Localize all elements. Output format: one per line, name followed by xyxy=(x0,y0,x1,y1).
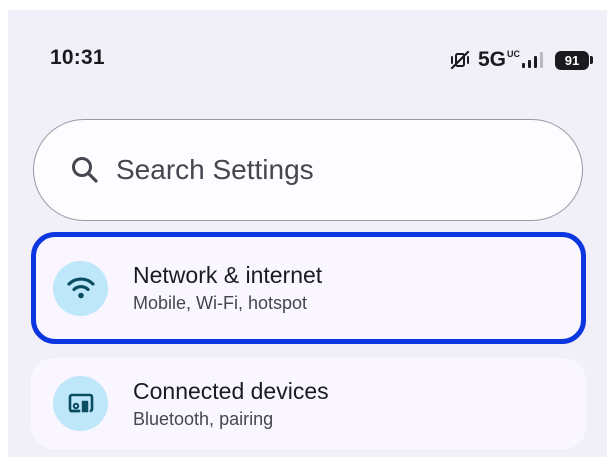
network-type-label: 5G UC xyxy=(477,48,520,72)
settings-item-text: Connected devices Bluetooth, pairing xyxy=(133,376,329,432)
settings-item-text: Network & internet Mobile, Wi-Fi, hotspo… xyxy=(133,260,322,316)
signal-icon xyxy=(521,51,547,69)
search-icon xyxy=(70,155,100,185)
status-time: 10:31 xyxy=(50,46,105,69)
battery-level: 91 xyxy=(555,50,589,70)
mute-vibrate-icon xyxy=(450,50,470,70)
status-bar: 10:31 5G UC 91 xyxy=(8,46,607,76)
connected-devices-icon xyxy=(53,376,108,431)
search-settings-bar[interactable]: Search Settings xyxy=(33,119,583,221)
network-type: 5G xyxy=(477,48,506,71)
status-icons: 5G UC 91 xyxy=(450,48,593,72)
network-superscript: UC xyxy=(507,49,520,59)
settings-item-title: Network & internet xyxy=(133,262,323,288)
wifi-icon xyxy=(53,260,108,316)
settings-item-title: Connected devices xyxy=(133,377,329,404)
search-placeholder: Search Settings xyxy=(116,154,314,185)
settings-item-subtitle: Mobile, Wi-Fi, hotspot xyxy=(133,293,308,313)
settings-screen: 10:31 5G UC 91 Search Settings Network &… xyxy=(8,10,607,457)
settings-item-subtitle: Bluetooth, pairing xyxy=(133,408,274,429)
battery-icon: 91 xyxy=(555,50,593,70)
settings-item-network-internet[interactable]: Network & internet Mobile, Wi-Fi, hotspo… xyxy=(31,232,586,344)
settings-item-connected-devices[interactable]: Connected devices Bluetooth, pairing xyxy=(31,358,586,449)
